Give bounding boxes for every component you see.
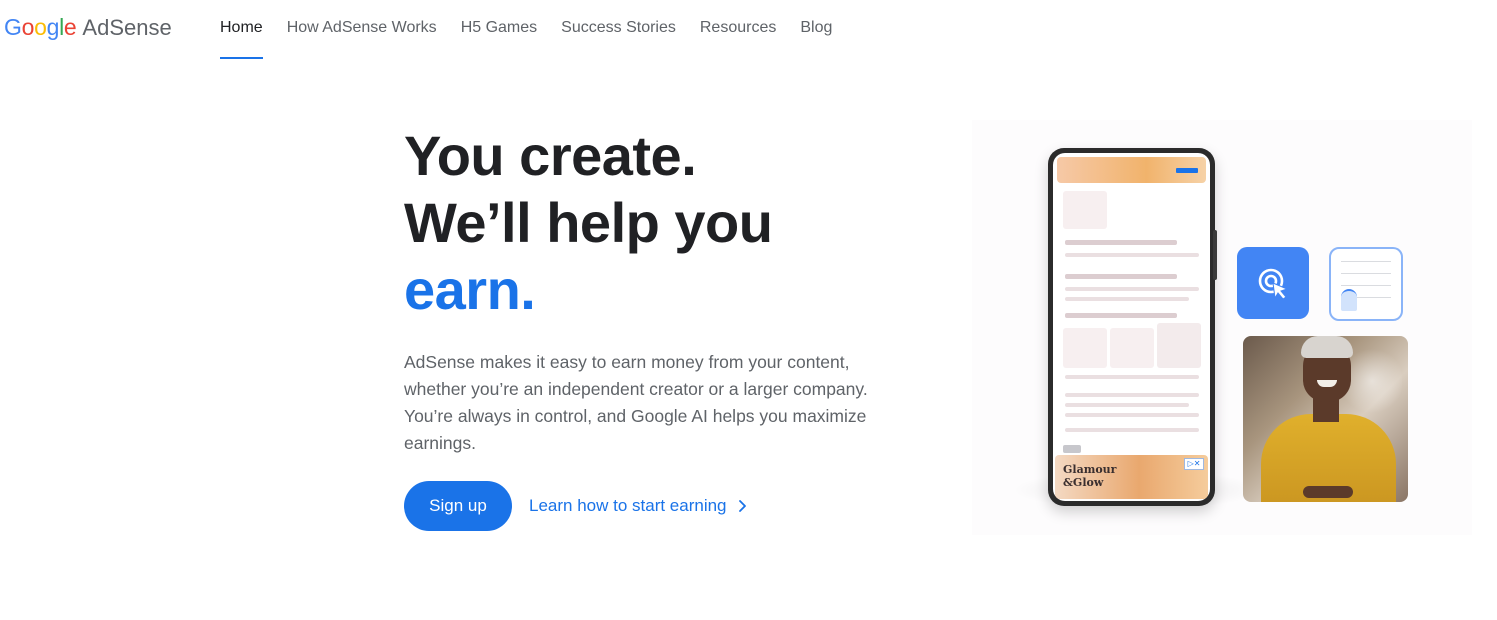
doc-line	[1341, 285, 1391, 286]
nav-resources[interactable]: Resources	[700, 0, 776, 60]
top-banner-ad	[1057, 157, 1206, 183]
logo-letter: o	[34, 14, 47, 40]
doc-line	[1341, 273, 1391, 274]
product-name: AdSense	[82, 15, 172, 40]
content-line	[1065, 287, 1199, 291]
content-line	[1065, 274, 1177, 279]
cursor-click-icon	[1258, 268, 1289, 300]
nav-success-stories[interactable]: Success Stories	[561, 0, 676, 60]
bucket-icon	[1341, 289, 1357, 311]
content-thumbnail	[1110, 328, 1154, 368]
chevron-right-icon	[738, 500, 746, 512]
nav-how-adsense-works[interactable]: How AdSense Works	[287, 0, 437, 60]
logo-letter: o	[21, 14, 35, 40]
smiling-woman-photo	[1243, 336, 1408, 502]
headline-line-1: You create.	[404, 124, 697, 187]
ad-brand-text: Glamour &Glow	[1063, 463, 1116, 489]
click-tile	[1237, 247, 1309, 319]
content-line	[1065, 403, 1189, 407]
ad-line-2: &Glow	[1063, 476, 1104, 489]
logo-letter: G	[4, 14, 22, 40]
phone-side-button	[1213, 230, 1217, 280]
ad-line-1: Glamour	[1063, 463, 1117, 476]
photo-person-hands	[1303, 486, 1353, 498]
main-nav: Home How AdSense Works H5 Games Success …	[220, 0, 856, 60]
content-line	[1065, 375, 1199, 379]
phone-screen: Glamour &Glow ▷✕	[1053, 153, 1210, 501]
content-line	[1065, 393, 1199, 397]
content-line	[1065, 313, 1177, 318]
google-wordmark: Google	[4, 14, 77, 41]
hero-description: AdSense makes it easy to earn money from…	[404, 352, 868, 453]
content-line	[1065, 413, 1199, 417]
learn-how-link-label: Learn how to start earning	[529, 496, 727, 515]
hero-cta-row: Sign up Learn how to start earning	[404, 481, 749, 531]
learn-how-link[interactable]: Learn how to start earning	[529, 496, 749, 516]
content-thumbnail	[1063, 191, 1107, 229]
content-thumbnail	[1063, 328, 1107, 368]
hero-illustration: Glamour &Glow ▷✕	[972, 120, 1472, 535]
document-tile	[1329, 247, 1403, 321]
logo-letter: g	[46, 14, 60, 40]
banner-ad-bar	[1176, 168, 1198, 173]
phone-mockup: Glamour &Glow ▷✕	[1048, 148, 1215, 506]
content-line	[1065, 240, 1177, 245]
photo-person-hair	[1301, 336, 1353, 358]
hero-section: You create. We’ll help you earn. AdSense…	[404, 122, 924, 475]
nav-h5-games[interactable]: H5 Games	[461, 0, 537, 60]
doc-line	[1341, 261, 1391, 262]
nav-blog[interactable]: Blog	[800, 0, 832, 60]
content-line	[1065, 297, 1189, 301]
ad-expand-handle	[1063, 445, 1081, 453]
nav-home[interactable]: Home	[220, 0, 263, 60]
bottom-ad: Glamour &Glow ▷✕	[1055, 455, 1208, 499]
ad-choices-icon: ▷✕	[1184, 458, 1204, 470]
content-thumbnail	[1157, 323, 1201, 368]
content-line	[1065, 428, 1199, 432]
sign-up-button[interactable]: Sign up	[404, 481, 512, 531]
hero-headline: You create. We’ll help you earn.	[404, 122, 924, 323]
google-adsense-logo[interactable]: Google AdSense	[4, 14, 172, 42]
headline-line-2: We’ll help you	[404, 191, 773, 254]
headline-accent: earn.	[404, 258, 536, 321]
logo-letter: e	[63, 14, 77, 40]
content-line	[1065, 253, 1199, 257]
top-header: Google AdSense Home How AdSense Works H5…	[0, 0, 1497, 60]
